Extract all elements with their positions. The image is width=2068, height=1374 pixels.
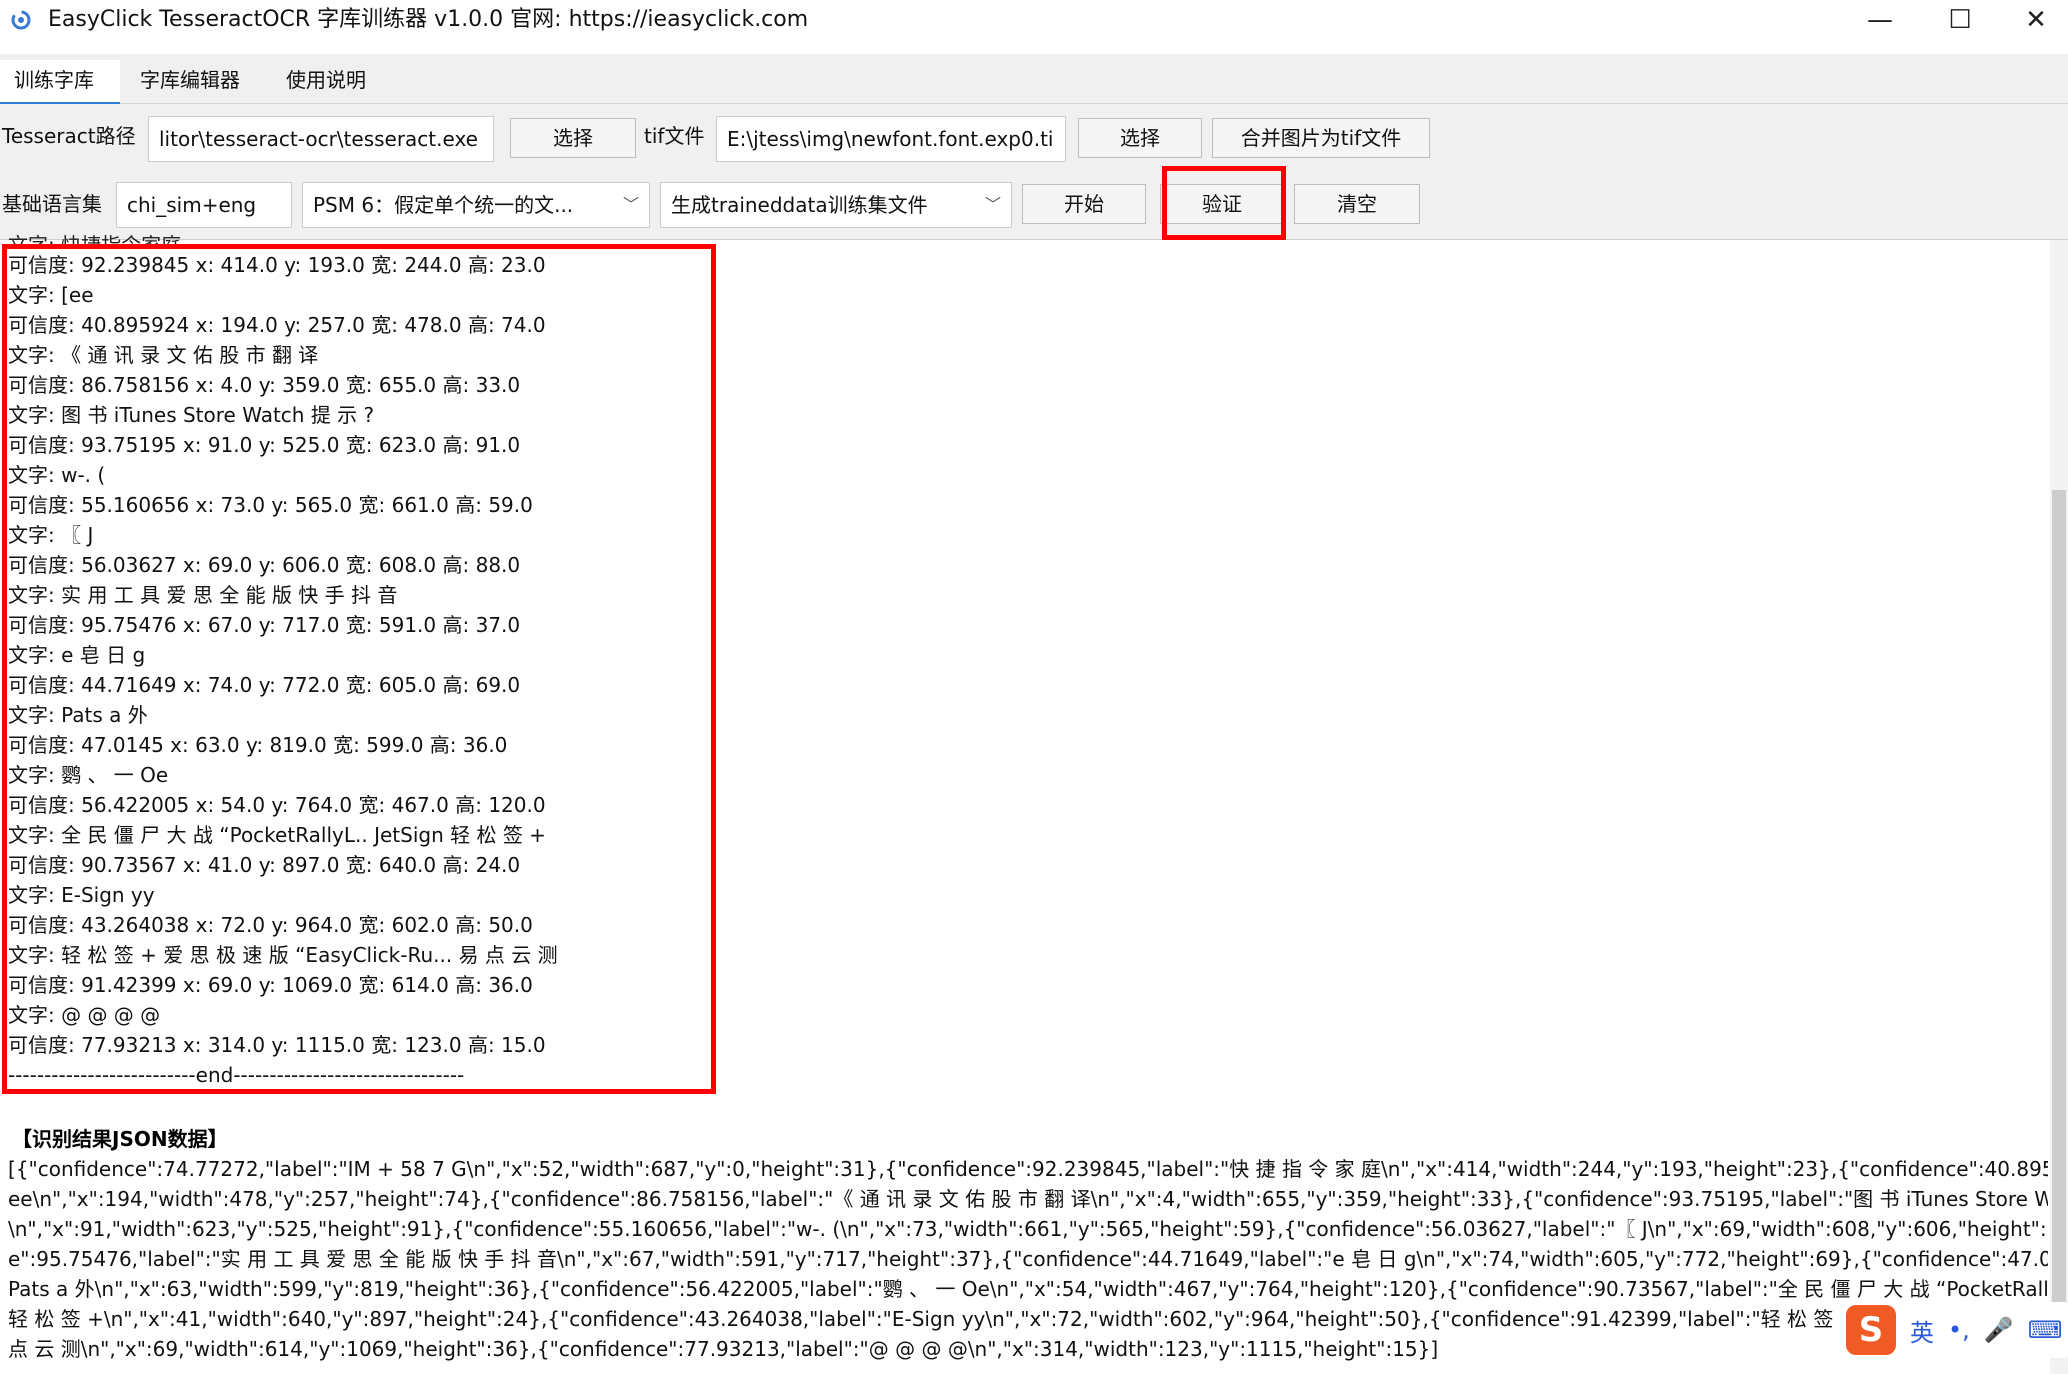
json-line: 点 云 测\n","x":69,"width":614,"y":1069,"he… (8, 1337, 1439, 1361)
log-line: 文字: e 皂 日 g (8, 643, 146, 667)
minimize-button[interactable]: — (1840, 0, 1920, 40)
log-line: 可信度: 44.71649 x: 74.0 y: 772.0 宽: 605.0 … (8, 673, 521, 697)
log-line: --------------------------end-----------… (8, 1063, 465, 1087)
tab-bar: 训练字库 字库编辑器 使用说明 (0, 54, 2068, 106)
json-line: e":95.75476,"label":"实 用 工 具 爱 思 全 能 版 快… (8, 1247, 2048, 1271)
log-line: 可信度: 86.758156 x: 4.0 y: 359.0 宽: 655.0 … (8, 373, 521, 397)
base-language-input[interactable]: chi_sim+eng (116, 182, 292, 228)
log-line: 文字: 鹦 、 一 Oe (8, 763, 169, 787)
tab-train-font[interactable]: 训练字库 (0, 60, 120, 106)
log-line: 可信度: 90.73567 x: 41.0 y: 897.0 宽: 640.0 … (8, 853, 521, 877)
json-line: Pats a 外\n","x":63,"width":599,"y":819,"… (8, 1277, 2048, 1301)
toolbar: Tesseract路径 litor\tesseract-ocr\tesserac… (0, 104, 2068, 240)
log-line: 可信度: 77.93213 x: 314.0 y: 1115.0 宽: 123.… (8, 1033, 546, 1057)
tif-file-label: tif文件 (644, 124, 705, 148)
select-tif-button[interactable]: 选择 (1078, 118, 1202, 158)
log-line: 文字: 图 书 iTunes Store Watch 提 示 ? (8, 403, 375, 427)
log-line: 文字: E-Sign yy (8, 883, 155, 907)
tif-file-input[interactable]: E:\jtess\img\newfont.font.exp0.ti (716, 116, 1066, 162)
json-line: ee\n","x":194,"width":478,"y":257,"heigh… (8, 1187, 2048, 1211)
ime-toolbar[interactable]: S 英 •, 🎤 ⌨ (1840, 1302, 2068, 1358)
mode-select-value: 生成traineddata训练集文件 (671, 193, 928, 217)
base-language-label: 基础语言集 (2, 192, 102, 216)
app-icon (11, 10, 31, 30)
keyboard-icon[interactable]: ⌨ (2028, 1316, 2063, 1344)
json-section-title: 【识别结果JSON数据】 (12, 1127, 228, 1151)
maximize-button[interactable]: ☐ (1920, 0, 2000, 40)
json-line: [{"confidence":74.77272,"label":"IM + 58… (8, 1157, 2048, 1181)
psm-select[interactable]: PSM 6：假定单个统一的文... ﹀ (302, 182, 650, 228)
log-line: 文字: 实 用 工 具 爱 思 全 能 版 快 手 抖 音 (8, 583, 398, 607)
log-line: 可信度: 43.264038 x: 72.0 y: 964.0 宽: 602.0… (8, 913, 533, 937)
verify-button[interactable]: 验证 (1160, 184, 1284, 224)
start-button[interactable]: 开始 (1022, 184, 1146, 224)
log-line: 可信度: 47.0145 x: 63.0 y: 819.0 宽: 599.0 高… (8, 733, 508, 757)
log-line: 可信度: 55.160656 x: 73.0 y: 565.0 宽: 661.0… (8, 493, 533, 517)
log-line: 可信度: 91.42399 x: 69.0 y: 1069.0 宽: 614.0… (8, 973, 533, 997)
log-line: 文字: Pats a 外 (8, 703, 148, 727)
log-line: 可信度: 56.422005 x: 54.0 y: 764.0 宽: 467.0… (8, 793, 546, 817)
tesseract-path-label: Tesseract路径 (2, 124, 136, 148)
close-button[interactable]: ✕ (1996, 0, 2068, 40)
log-line: 可信度: 56.03627 x: 69.0 y: 606.0 宽: 608.0 … (8, 553, 521, 577)
log-line: 文字: 全 民 僵 尸 大 战 “PocketRallyL.. JetSign … (8, 823, 546, 847)
log-line: 文字: w-. ( (8, 463, 106, 487)
log-line: 文字: [ee (8, 283, 94, 307)
ime-language-toggle[interactable]: 英 (1910, 1313, 1934, 1348)
window-title: EasyClick TesseractOCR 字库训练器 v1.0.0 官网: … (48, 7, 809, 32)
title-bar: EasyClick TesseractOCR 字库训练器 v1.0.0 官网: … (0, 0, 2068, 40)
tab-instructions[interactable]: 使用说明 (272, 60, 380, 100)
merge-images-tif-button[interactable]: 合并图片为tif文件 (1212, 118, 1430, 158)
json-line: \n","x":91,"width":623,"y":525,"height":… (8, 1217, 2048, 1241)
log-line: 可信度: 93.75195 x: 91.0 y: 525.0 宽: 623.0 … (8, 433, 521, 457)
ocr-log-list: 可信度: 92.239845 x: 414.0 y: 193.0 宽: 244.… (8, 250, 708, 1090)
microphone-icon[interactable]: 🎤 (1984, 1316, 2014, 1344)
select-tesseract-button[interactable]: 选择 (510, 118, 636, 158)
output-panel[interactable]: 文字: 快捷指令家庭 可信度: 92.239845 x: 414.0 y: 19… (0, 233, 2068, 1374)
tesseract-path-input[interactable]: litor\tesseract-ocr\tesseract.exe (148, 116, 494, 162)
log-line: 文字: 轻 松 签 + 爱 思 极 速 版 “EasyClick-Ru... 易… (8, 943, 558, 967)
json-line: 轻 松 签 +\n","x":41,"width":640,"y":897,"h… (8, 1307, 1910, 1331)
ime-punctuation-toggle[interactable]: •, (1948, 1316, 1970, 1344)
log-line: 文字: @ @ @ @ (8, 1003, 161, 1027)
vertical-scrollbar[interactable] (2050, 240, 2068, 1374)
sogou-logo-icon[interactable]: S (1846, 1305, 1896, 1355)
scrollbar-thumb[interactable] (2052, 490, 2066, 1320)
log-line: 可信度: 92.239845 x: 414.0 y: 193.0 宽: 244.… (8, 253, 546, 277)
json-result-list: [{"confidence":74.77272,"label":"IM + 58… (8, 1154, 2048, 1364)
chevron-down-icon: ﹀ (984, 195, 1001, 214)
log-line: 可信度: 95.75476 x: 67.0 y: 717.0 宽: 591.0 … (8, 613, 521, 637)
chevron-down-icon: ﹀ (622, 195, 639, 214)
psm-select-value: PSM 6：假定单个统一的文... (313, 193, 574, 217)
log-line: 文字: 〖 J (8, 523, 94, 547)
log-line: 可信度: 40.895924 x: 194.0 y: 257.0 宽: 478.… (8, 313, 546, 337)
mode-select[interactable]: 生成traineddata训练集文件 ﹀ (660, 182, 1012, 228)
log-cut-line: 文字: 快捷指令家庭 (8, 233, 182, 248)
tab-font-editor[interactable]: 字库编辑器 (126, 60, 254, 100)
log-line: 文字: 《 通 讯 录 文 佑 股 市 翻 译 (8, 343, 319, 367)
clear-button[interactable]: 清空 (1294, 184, 1420, 224)
